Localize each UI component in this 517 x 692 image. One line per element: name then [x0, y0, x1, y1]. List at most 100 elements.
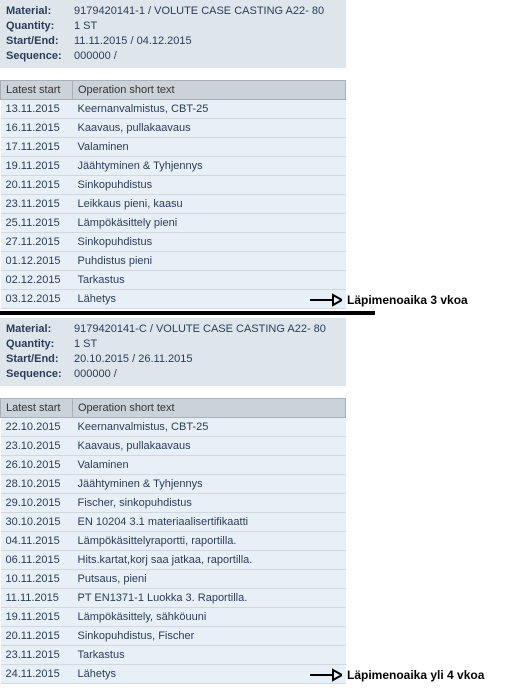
arrow-right-icon [310, 668, 342, 682]
table-row[interactable]: 19.11.2015Jäähtyminen & Tyhjennys [1, 157, 346, 176]
sequence-value: 000000 / [74, 367, 117, 382]
latest-start-cell: 29.10.2015 [1, 494, 73, 513]
table-row[interactable]: 25.11.2015Lämpökäsittely pieni [1, 214, 346, 233]
order-block: Material:9179420141-1 / VOLUTE CASE CAST… [0, 0, 346, 309]
section-divider [0, 311, 375, 315]
table-row[interactable]: 30.10.2015EN 10204 3.1 materiaalisertifi… [1, 513, 346, 532]
latest-start-cell: 27.11.2015 [1, 233, 73, 252]
latest-start-cell: 11.11.2015 [1, 589, 73, 608]
order-block: Material:9179420141-C / VOLUTE CASE CAST… [0, 318, 346, 684]
quantity-value: 1 ST [74, 19, 97, 34]
startend-value: 20.10.2015 / 26.11.2015 [74, 352, 192, 367]
operation-cell: Hits.kartat,korj saa jatkaa, raportilla. [73, 551, 346, 570]
operation-cell: Jäähtyminen & Tyhjennys [73, 157, 346, 176]
operation-header[interactable]: Operation short text [73, 81, 346, 100]
material-value: 9179420141-C / VOLUTE CASE CASTING A22- … [74, 322, 326, 337]
operation-cell: Leikkaus pieni, kaasu [73, 195, 346, 214]
latest-start-cell: 04.11.2015 [1, 532, 73, 551]
annotation-text: Läpimenoaika yli 4 vkoa [347, 668, 484, 682]
operation-cell: Jäähtyminen & Tyhjennys [73, 475, 346, 494]
table-row[interactable]: 01.12.2015Puhdistus pieni [1, 252, 346, 271]
operation-cell: PT EN1371-1 Luokka 3. Raportilla. [73, 589, 346, 608]
latest-start-cell: 17.11.2015 [1, 138, 73, 157]
table-row[interactable]: 16.11.2015Kaavaus, pullakaavaus [1, 119, 346, 138]
table-row[interactable]: 29.10.2015Fischer, sinkopuhdistus [1, 494, 346, 513]
latest-start-cell: 20.11.2015 [1, 176, 73, 195]
table-row[interactable]: 13.11.2015Keernanvalmistus, CBT-25 [1, 100, 346, 119]
quantity-label: Quantity: [6, 19, 74, 34]
startend-label: Start/End: [6, 34, 74, 49]
table-row[interactable]: 17.11.2015Valaminen [1, 138, 346, 157]
latest-start-cell: 10.11.2015 [1, 570, 73, 589]
latest-start-cell: 13.11.2015 [1, 100, 73, 119]
operation-cell: Lämpökäsittely pieni [73, 214, 346, 233]
operation-cell: Lähetys [73, 290, 346, 309]
latest-start-cell: 22.10.2015 [1, 418, 73, 437]
operation-cell: Lämpökäsittely, sähköuuni [73, 608, 346, 627]
table-row[interactable]: 28.10.2015Jäähtyminen & Tyhjennys [1, 475, 346, 494]
latest-start-cell: 26.10.2015 [1, 456, 73, 475]
table-row[interactable]: 06.11.2015Hits.kartat,korj saa jatkaa, r… [1, 551, 346, 570]
latest-start-cell: 25.11.2015 [1, 214, 73, 233]
latest-start-cell: 16.11.2015 [1, 119, 73, 138]
table-row[interactable]: 04.11.2015Lämpökäsittelyraportti, raport… [1, 532, 346, 551]
operation-cell: Sinkopuhdistus [73, 233, 346, 252]
annotation-text: Läpimenoaika 3 vkoa [347, 293, 468, 307]
table-row[interactable]: 20.11.2015Sinkopuhdistus [1, 176, 346, 195]
startend-value: 11.11.2015 / 04.12.2015 [74, 34, 192, 49]
table-row[interactable]: 26.10.2015Valaminen [1, 456, 346, 475]
operation-cell: Lähetys [73, 665, 346, 684]
latest-start-cell: 02.12.2015 [1, 271, 73, 290]
table-row[interactable]: 23.11.2015Leikkaus pieni, kaasu [1, 195, 346, 214]
table-row[interactable]: 10.11.2015Putsaus, pieni [1, 570, 346, 589]
operation-cell: Kaavaus, pullakaavaus [73, 437, 346, 456]
material-label: Material: [6, 4, 74, 19]
operation-cell: Tarkastus [73, 271, 346, 290]
latest-start-cell: 01.12.2015 [1, 252, 73, 271]
table-row[interactable]: 23.10.2015Kaavaus, pullakaavaus [1, 437, 346, 456]
table-row[interactable]: 23.11.2015Tarkastus [1, 646, 346, 665]
operations-table: Latest startOperation short text13.11.20… [0, 80, 346, 309]
startend-label: Start/End: [6, 352, 74, 367]
order-header: Material:9179420141-C / VOLUTE CASE CAST… [0, 318, 346, 386]
operation-cell: Fischer, sinkopuhdistus [73, 494, 346, 513]
latest-start-cell: 28.10.2015 [1, 475, 73, 494]
latest-start-cell: 19.11.2015 [1, 157, 73, 176]
table-row[interactable]: 19.11.2015Lämpökäsittely, sähköuuni [1, 608, 346, 627]
operations-table: Latest startOperation short text22.10.20… [0, 398, 346, 684]
quantity-label: Quantity: [6, 337, 74, 352]
latest-start-cell: 23.11.2015 [1, 646, 73, 665]
operation-header[interactable]: Operation short text [73, 399, 346, 418]
latest-start-header[interactable]: Latest start [1, 399, 73, 418]
latest-start-cell: 06.11.2015 [1, 551, 73, 570]
latest-start-header[interactable]: Latest start [1, 81, 73, 100]
latest-start-cell: 19.11.2015 [1, 608, 73, 627]
table-row[interactable]: 27.11.2015Sinkopuhdistus [1, 233, 346, 252]
table-row[interactable]: 22.10.2015Keernanvalmistus, CBT-25 [1, 418, 346, 437]
latest-start-cell: 20.11.2015 [1, 627, 73, 646]
latest-start-cell: 23.10.2015 [1, 437, 73, 456]
table-row[interactable]: 11.11.2015PT EN1371-1 Luokka 3. Raportil… [1, 589, 346, 608]
operation-cell: Sinkopuhdistus [73, 176, 346, 195]
sequence-value: 000000 / [74, 49, 117, 64]
latest-start-cell: 03.12.2015 [1, 290, 73, 309]
latest-start-cell: 30.10.2015 [1, 513, 73, 532]
operation-cell: Lämpökäsittelyraportti, raportilla. [73, 532, 346, 551]
lead-time-annotation: Läpimenoaika 3 vkoa [310, 293, 468, 307]
operation-cell: Puhdistus pieni [73, 252, 346, 271]
table-row[interactable]: 24.11.2015Lähetys [1, 665, 346, 684]
table-row[interactable]: 03.12.2015Lähetys [1, 290, 346, 309]
sequence-label: Sequence: [6, 49, 74, 64]
operation-cell: Putsaus, pieni [73, 570, 346, 589]
sequence-label: Sequence: [6, 367, 74, 382]
lead-time-annotation: Läpimenoaika yli 4 vkoa [310, 668, 484, 682]
table-row[interactable]: 20.11.2015Sinkopuhdistus, Fischer [1, 627, 346, 646]
latest-start-cell: 24.11.2015 [1, 665, 73, 684]
operation-cell: Sinkopuhdistus, Fischer [73, 627, 346, 646]
arrow-right-icon [310, 293, 342, 307]
table-row[interactable]: 02.12.2015Tarkastus [1, 271, 346, 290]
operation-cell: Keernanvalmistus, CBT-25 [73, 100, 346, 119]
order-header: Material:9179420141-1 / VOLUTE CASE CAST… [0, 0, 346, 68]
operation-cell: Valaminen [73, 456, 346, 475]
operation-cell: Valaminen [73, 138, 346, 157]
